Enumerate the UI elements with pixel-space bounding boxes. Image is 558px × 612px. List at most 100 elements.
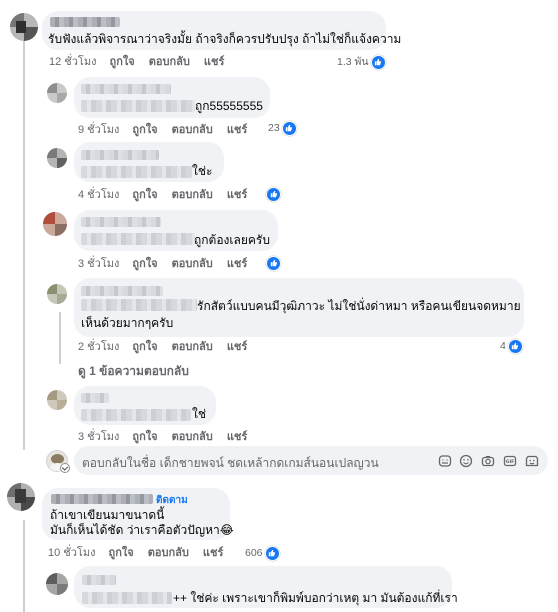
- camera-icon[interactable]: [481, 454, 495, 468]
- avatar-sticker-icon[interactable]: [525, 454, 539, 468]
- share-button[interactable]: แชร์: [227, 258, 247, 270]
- like-icon: [370, 54, 386, 70]
- blurred-text: [81, 409, 191, 421]
- reaction-count[interactable]: [266, 255, 281, 271]
- reaction-count-text: 1.3 พัน: [337, 56, 369, 68]
- thread-line-lower: [23, 520, 25, 612]
- reaction-count[interactable]: 4: [500, 338, 523, 354]
- emoji-icon[interactable]: [459, 454, 473, 468]
- comment-meta: 4 ชั่วโมง ถูกใจ ตอบกลับ แชร์: [78, 188, 258, 202]
- blurred-text: [81, 233, 195, 245]
- comment-bubble: ใช่: [74, 386, 216, 425]
- comment-bubble: รักสัตว์แบบคนมีวุฒิภาวะ ไม่ใช่นั่งด่าหมา…: [74, 278, 524, 337]
- author-name[interactable]: [81, 286, 163, 296]
- thread-line-branch: [59, 312, 61, 364]
- timestamp[interactable]: 3 ชั่วโมง: [78, 431, 119, 443]
- reply-button[interactable]: ตอบกลับ: [172, 258, 213, 270]
- comment-text: ++ ใช่ค่ะ เพราะเขาก็พิมพ์บอกว่าเหตุ มา ม…: [173, 591, 458, 605]
- author-name[interactable]: [51, 494, 153, 504]
- comment-text: รับฟังแล้วพิจารณาว่าจริงมั้ย ถ้าจริงก็คว…: [48, 32, 402, 46]
- comment-text-line1: ถ้าเขาเขียนมาขนาดนี้: [50, 508, 165, 522]
- reaction-count-text: 23: [268, 122, 280, 134]
- view-replies-link[interactable]: ดู 1 ข้อความตอบกลับ: [78, 362, 189, 381]
- avatar[interactable]: [47, 390, 67, 410]
- avatar[interactable]: [46, 573, 68, 595]
- comment-text-line1: รักสัตว์แบบคนมีวุฒิภาวะ ไม่ใช่นั่งด่าหมา…: [197, 299, 521, 313]
- comment-meta: 10 ชั่วโมง ถูกใจ ตอบกลับ แชร์: [48, 546, 234, 560]
- comment-text: ใช่: [192, 407, 207, 421]
- timestamp[interactable]: 4 ชั่วโมง: [78, 189, 119, 201]
- reply-button[interactable]: ตอบกลับ: [172, 124, 213, 136]
- blurred-text: [81, 299, 197, 311]
- comment-meta: 12 ชั่วโมง ถูกใจ ตอบกลับ แชร์: [49, 55, 235, 69]
- author-name[interactable]: [81, 150, 159, 160]
- follow-badge[interactable]: ติดตาม: [156, 493, 188, 508]
- comment-text-line2: เห็นด้วยมากๆครับ: [81, 316, 174, 330]
- share-button[interactable]: แชร์: [227, 431, 247, 443]
- comment-bubble: รับฟังแล้วพิจารณาว่าจริงมั้ย ถ้าจริงก็คว…: [42, 11, 401, 50]
- comment-bubble: ถูก55555555: [74, 77, 270, 118]
- share-button[interactable]: แชร์: [204, 56, 224, 68]
- like-button[interactable]: ถูกใจ: [132, 124, 157, 136]
- comment-bubble: ใช่ะ: [74, 142, 224, 182]
- timestamp[interactable]: 2 ชั่วโมง: [78, 341, 119, 353]
- share-button[interactable]: แชร์: [227, 189, 247, 201]
- share-button[interactable]: แชร์: [203, 547, 223, 559]
- reply-button[interactable]: ตอบกลับ: [149, 56, 190, 68]
- share-button[interactable]: แชร์: [227, 124, 247, 136]
- comment-bubble: ติดตาม ถ้าเขาเขียนมาขนาดนี้ มันก็เห็นได้…: [42, 488, 234, 540]
- blurred-text: [81, 166, 192, 178]
- reaction-count-text: 606: [245, 547, 263, 559]
- gif-icon[interactable]: GIF: [503, 454, 517, 468]
- avatar[interactable]: [47, 83, 67, 103]
- reaction-count[interactable]: [266, 186, 281, 202]
- avatar[interactable]: [47, 284, 67, 304]
- like-button[interactable]: ถูกใจ: [132, 258, 157, 270]
- author-name[interactable]: [50, 17, 120, 27]
- like-button[interactable]: ถูกใจ: [109, 547, 134, 559]
- author-name[interactable]: [81, 393, 109, 403]
- share-button[interactable]: แชร์: [227, 341, 247, 353]
- reaction-count[interactable]: 1.3 พัน: [337, 54, 386, 70]
- sticker-icon[interactable]: [438, 454, 452, 468]
- comment-meta: 9 ชั่วโมง ถูกใจ ตอบกลับ แชร์: [78, 123, 258, 137]
- reaction-count[interactable]: 23: [268, 120, 297, 136]
- thread-line-main: [23, 38, 25, 450]
- timestamp[interactable]: 9 ชั่วโมง: [78, 124, 119, 136]
- online-status-icon: [60, 463, 70, 473]
- reply-button[interactable]: ตอบกลับ: [172, 431, 213, 443]
- avatar[interactable]: [7, 483, 35, 511]
- like-icon: [266, 255, 281, 271]
- blurred-text: [82, 592, 172, 604]
- timestamp[interactable]: 3 ชั่วโมง: [78, 258, 119, 270]
- author-name[interactable]: [81, 84, 171, 94]
- like-icon: [264, 545, 280, 561]
- reply-placeholder: ตอบกลับในชื่อ เด็กชายพจน์ ชดเหล้ากดเกมส์…: [82, 456, 379, 470]
- comment-meta: 3 ชั่วโมง ถูกใจ ตอบกลับ แชร์: [78, 257, 258, 271]
- avatar[interactable]: [47, 148, 67, 168]
- reply-button[interactable]: ตอบกลับ: [172, 189, 213, 201]
- comment-text: ถูก55555555: [195, 99, 263, 113]
- like-button[interactable]: ถูกใจ: [110, 56, 135, 68]
- author-name[interactable]: [81, 217, 161, 227]
- comment-meta: 2 ชั่วโมง ถูกใจ ตอบกลับ แชร์: [78, 340, 258, 354]
- comment-text: ใช่ะ: [192, 164, 213, 178]
- reaction-count-text: 4: [500, 340, 506, 352]
- reply-button[interactable]: ตอบกลับ: [148, 547, 189, 559]
- timestamp[interactable]: 12 ชั่วโมง: [49, 56, 96, 68]
- comment-bubble: ++ ใช่ค่ะ เพราะเขาก็พิมพ์บอกว่าเหตุ มา ม…: [74, 566, 458, 608]
- reaction-count[interactable]: 606: [245, 545, 280, 561]
- author-name[interactable]: [82, 575, 116, 585]
- comment-text-line2: มันก็เห็นได้ชัด ว่าเราคือตัวปัญหา😂: [50, 523, 234, 537]
- like-icon: [281, 120, 297, 136]
- like-icon: [266, 186, 281, 202]
- reply-input[interactable]: ตอบกลับในชื่อ เด็กชายพจน์ ชดเหล้ากดเกมส์…: [74, 446, 548, 475]
- avatar[interactable]: [43, 212, 67, 236]
- like-button[interactable]: ถูกใจ: [132, 341, 157, 353]
- like-button[interactable]: ถูกใจ: [132, 189, 157, 201]
- like-button[interactable]: ถูกใจ: [132, 431, 157, 443]
- reply-button[interactable]: ตอบกลับ: [172, 341, 213, 353]
- avatar[interactable]: [10, 13, 38, 41]
- timestamp[interactable]: 10 ชั่วโมง: [48, 547, 95, 559]
- like-icon: [507, 338, 523, 354]
